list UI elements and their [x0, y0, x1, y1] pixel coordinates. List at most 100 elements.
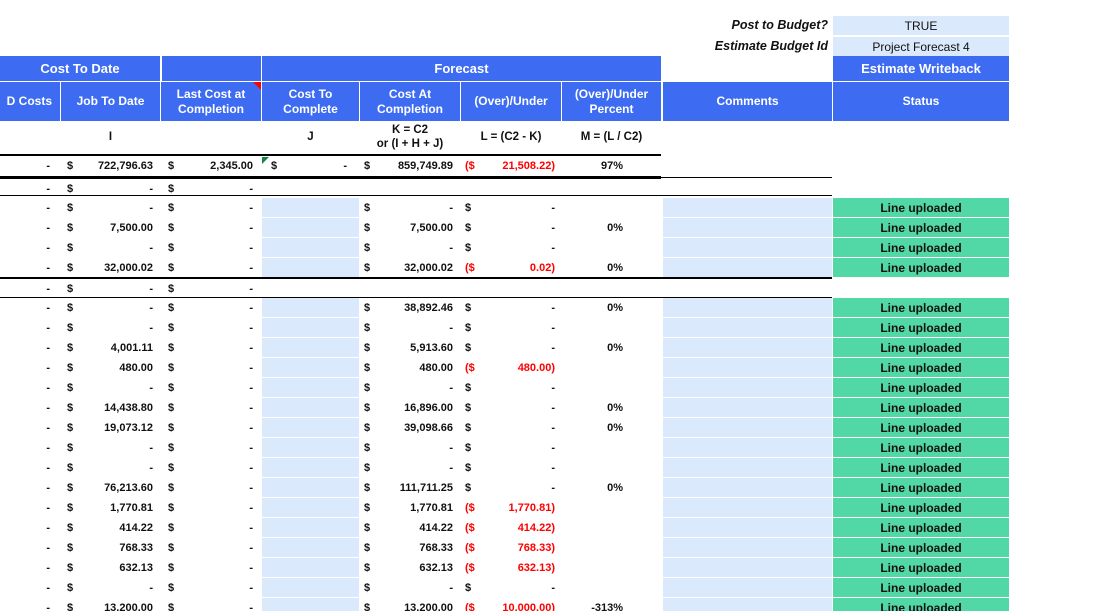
- cell-over-under[interactable]: ($768.33): [461, 538, 561, 557]
- cell-comments-input[interactable]: [663, 358, 832, 377]
- cell-job-to-date[interactable]: $-: [61, 279, 160, 298]
- cell-status[interactable]: Line uploaded: [833, 498, 1009, 517]
- cell-job-to-date[interactable]: $-: [61, 578, 160, 597]
- cell-job-to-date[interactable]: $-: [61, 458, 160, 477]
- cell-cost-to-complete-input[interactable]: [262, 438, 359, 457]
- cell-over-under[interactable]: $-: [461, 418, 561, 437]
- cell-status[interactable]: Line uploaded: [833, 558, 1009, 577]
- cell-over-under[interactable]: ($414.22): [461, 518, 561, 537]
- cell-job-to-date[interactable]: $-: [61, 198, 160, 217]
- cell-status[interactable]: Line uploaded: [833, 518, 1009, 537]
- cell-over-under-percent[interactable]: [562, 558, 661, 577]
- cell-over-under[interactable]: ($10,000.00): [461, 598, 561, 611]
- cell-job-to-date[interactable]: $-: [61, 438, 160, 457]
- cell-status[interactable]: Line uploaded: [833, 478, 1009, 497]
- cell-over-under[interactable]: $-: [461, 378, 561, 397]
- cell-d-costs[interactable]: -: [0, 298, 60, 317]
- cell-status[interactable]: Line uploaded: [833, 238, 1009, 257]
- cell-job-to-date[interactable]: $768.33: [61, 538, 160, 557]
- col-header-job-to-date[interactable]: Job To Date: [61, 82, 160, 121]
- cell-comments-input[interactable]: [663, 558, 832, 577]
- cell-cost-to-complete-input[interactable]: [262, 578, 359, 597]
- cell-comments-input[interactable]: [663, 478, 832, 497]
- cell-over-under[interactable]: ($0.02): [461, 258, 561, 277]
- group-header-estimate-writeback[interactable]: Estimate Writeback: [833, 56, 1009, 81]
- cell-status[interactable]: Line uploaded: [833, 198, 1009, 217]
- cell-status[interactable]: Line uploaded: [833, 258, 1009, 277]
- cell-over-under-percent[interactable]: 0%: [562, 218, 661, 237]
- cell-last-cost[interactable]: $-: [161, 238, 261, 257]
- cell-d-costs[interactable]: -: [0, 458, 60, 477]
- cell-job-to-date[interactable]: $-: [61, 378, 160, 397]
- cell-cost-at-completion[interactable]: $480.00: [360, 358, 460, 377]
- cell-d-costs[interactable]: -: [0, 518, 60, 537]
- cell-last-cost[interactable]: $-: [161, 279, 261, 298]
- cell-cost-at-completion[interactable]: $111,711.25: [360, 478, 460, 497]
- cell-over-under-percent[interactable]: 0%: [562, 418, 661, 437]
- cell-d-costs[interactable]: -: [0, 478, 60, 497]
- cell-cost-to-complete[interactable]: $-: [262, 157, 359, 176]
- cell-over-under-percent[interactable]: [562, 238, 661, 257]
- cell-d-costs[interactable]: -: [0, 279, 60, 298]
- cell-d-costs[interactable]: -: [0, 558, 60, 577]
- cell-comments-input[interactable]: [663, 518, 832, 537]
- cell-cost-to-complete-input[interactable]: [262, 418, 359, 437]
- cell-last-cost[interactable]: $-: [161, 378, 261, 397]
- cell-d-costs[interactable]: -: [0, 498, 60, 517]
- cell-d-costs[interactable]: -: [0, 538, 60, 557]
- cell-over-under-percent[interactable]: [562, 198, 661, 217]
- cell-d-costs[interactable]: -: [0, 418, 60, 437]
- col-header-last-cost-at-completion[interactable]: Last Cost at Completion: [161, 82, 261, 121]
- cell-cost-at-completion[interactable]: $-: [360, 578, 460, 597]
- cell-cost-to-complete-input[interactable]: [262, 538, 359, 557]
- cell-cost-at-completion[interactable]: $16,896.00: [360, 398, 460, 417]
- cell-last-cost[interactable]: $-: [161, 438, 261, 457]
- cell-status[interactable]: Line uploaded: [833, 218, 1009, 237]
- cell-status[interactable]: Line uploaded: [833, 438, 1009, 457]
- cell-d-costs[interactable]: -: [0, 378, 60, 397]
- cell-cost-to-complete-input[interactable]: [262, 518, 359, 537]
- cell-comments-input[interactable]: [663, 598, 832, 611]
- cell-last-cost[interactable]: $-: [161, 258, 261, 277]
- cell-last-cost[interactable]: $-: [161, 338, 261, 357]
- cell-cost-to-complete-input[interactable]: [262, 458, 359, 477]
- cell-over-under-percent[interactable]: 0%: [562, 338, 661, 357]
- cell-status[interactable]: Line uploaded: [833, 538, 1009, 557]
- cell-comments-input[interactable]: [663, 578, 832, 597]
- cell-over-under[interactable]: $-: [461, 478, 561, 497]
- group-header-cost-to-date[interactable]: Cost To Date: [0, 56, 160, 81]
- cell-d-costs[interactable]: -: [0, 198, 60, 217]
- cell-comments-input[interactable]: [663, 218, 832, 237]
- cell-last-cost[interactable]: $-: [161, 318, 261, 337]
- cell-cost-at-completion[interactable]: $-: [360, 318, 460, 337]
- cell-over-under[interactable]: $-: [461, 438, 561, 457]
- cell-cost-to-complete-input[interactable]: [262, 378, 359, 397]
- cell-cost-to-complete-input[interactable]: [262, 258, 359, 277]
- cell-status[interactable]: Line uploaded: [833, 418, 1009, 437]
- cell-comments-input[interactable]: [663, 418, 832, 437]
- cell-status[interactable]: Line uploaded: [833, 398, 1009, 417]
- cell-over-under[interactable]: $-: [461, 578, 561, 597]
- cell-over-under-percent[interactable]: 97%: [562, 157, 661, 176]
- cell-comments-input[interactable]: [663, 398, 832, 417]
- cell-cost-to-complete-input[interactable]: [262, 338, 359, 357]
- cell-cost-at-completion[interactable]: $-: [360, 378, 460, 397]
- cell-over-under[interactable]: ($1,770.81): [461, 498, 561, 517]
- cell-over-under-percent[interactable]: 0%: [562, 398, 661, 417]
- cell-comments-input[interactable]: [663, 198, 832, 217]
- cell-over-under[interactable]: $-: [461, 398, 561, 417]
- cell-job-to-date[interactable]: $4,001.11: [61, 338, 160, 357]
- cell-over-under-percent[interactable]: [562, 538, 661, 557]
- cell-job-to-date[interactable]: $14,438.80: [61, 398, 160, 417]
- col-header-comments[interactable]: Comments: [663, 82, 832, 121]
- formula-k[interactable]: K = C2 or (I + H + J): [360, 121, 460, 153]
- cell-over-under-percent[interactable]: [562, 498, 661, 517]
- cell-comments-input[interactable]: [663, 498, 832, 517]
- cell-d-costs[interactable]: -: [0, 318, 60, 337]
- cell-over-under-percent[interactable]: [562, 458, 661, 477]
- cell-cost-at-completion[interactable]: $5,913.60: [360, 338, 460, 357]
- cell-cost-to-complete-input[interactable]: [262, 198, 359, 217]
- post-to-budget-value[interactable]: TRUE: [833, 16, 1009, 35]
- cell-job-to-date[interactable]: $-: [61, 318, 160, 337]
- cell-cost-at-completion[interactable]: $632.13: [360, 558, 460, 577]
